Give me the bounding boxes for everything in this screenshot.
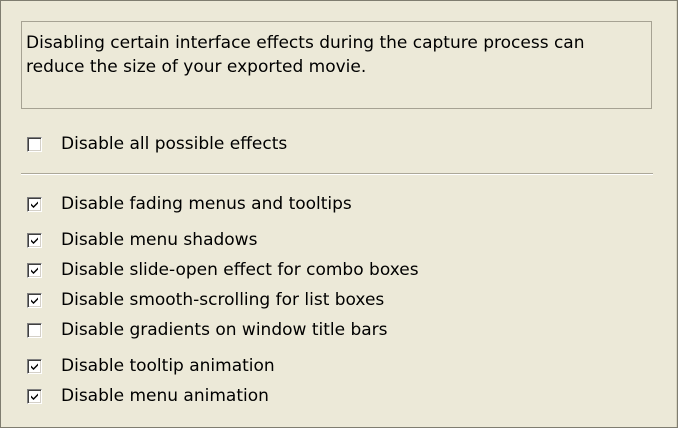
effect-option-fading-menus[interactable]: Disable fading menus and tooltips (27, 193, 352, 215)
disable-all-effects-option[interactable]: Disable all possible effects (27, 133, 287, 155)
menu-animation-label[interactable]: Disable menu animation (61, 385, 269, 407)
checkmark-icon (31, 201, 38, 208)
checkmark-icon (31, 237, 38, 244)
title-gradients-label[interactable]: Disable gradients on window title bars (61, 319, 388, 341)
combo-slide-label[interactable]: Disable slide-open effect for combo boxe… (61, 259, 419, 281)
description-box: Disabling certain interface effects duri… (21, 21, 652, 109)
effect-option-title-gradients[interactable]: Disable gradients on window title bars (27, 319, 388, 341)
effect-option-menu-shadows[interactable]: Disable menu shadows (27, 229, 257, 251)
checkmark-icon (31, 267, 38, 274)
disable-all-effects-checkbox[interactable] (27, 136, 42, 152)
tooltip-animation-label[interactable]: Disable tooltip animation (61, 355, 275, 377)
menu-shadows-checkbox[interactable] (27, 232, 42, 248)
fading-menus-label[interactable]: Disable fading menus and tooltips (61, 193, 352, 215)
fading-menus-checkbox[interactable] (27, 196, 42, 212)
effect-option-smooth-scrolling[interactable]: Disable smooth-scrolling for list boxes (27, 289, 384, 311)
smooth-scrolling-checkbox[interactable] (27, 292, 42, 308)
description-text: Disabling certain interface effects duri… (26, 33, 585, 77)
tooltip-animation-checkbox[interactable] (27, 358, 42, 374)
smooth-scrolling-label[interactable]: Disable smooth-scrolling for list boxes (61, 289, 384, 311)
effect-option-menu-animation[interactable]: Disable menu animation (27, 385, 269, 407)
checkmark-icon (31, 363, 38, 370)
disable-all-effects-label[interactable]: Disable all possible effects (61, 133, 287, 155)
effect-option-combo-slide[interactable]: Disable slide-open effect for combo boxe… (27, 259, 419, 281)
title-gradients-checkbox[interactable] (27, 322, 42, 338)
section-divider (21, 173, 653, 175)
effects-options-panel: Disabling certain interface effects duri… (0, 0, 678, 428)
checkmark-icon (31, 393, 38, 400)
combo-slide-checkbox[interactable] (27, 262, 42, 278)
menu-animation-checkbox[interactable] (27, 388, 42, 404)
effect-option-tooltip-animation[interactable]: Disable tooltip animation (27, 355, 275, 377)
menu-shadows-label[interactable]: Disable menu shadows (61, 229, 257, 251)
checkmark-icon (31, 297, 38, 304)
